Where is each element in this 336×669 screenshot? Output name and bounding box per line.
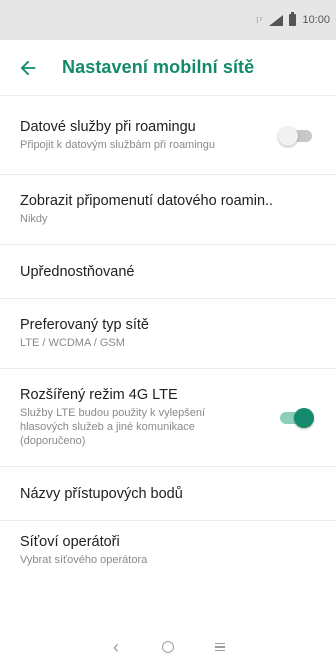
status-time: 10:00 xyxy=(302,14,330,26)
menu-lines-icon xyxy=(215,642,225,652)
toggle-thumb xyxy=(278,125,298,146)
arrow-back-icon xyxy=(20,60,36,75)
setting-subtitle: Služby LTE budou použity k vylepšení hla… xyxy=(20,407,206,447)
setting-title: Rozšířený režim 4G LTE xyxy=(20,387,178,403)
setting-subtitle: Vybrat síťového operátora xyxy=(20,553,148,566)
setting-network-operators[interactable]: Síťoví operátoři Vybrat síťového operáto… xyxy=(0,521,336,579)
data-roaming-toggle[interactable] xyxy=(278,125,314,146)
setting-title: Síťoví operátoři xyxy=(20,533,120,550)
setting-title: Preferovaný typ sítě xyxy=(20,317,149,333)
settings-list: Datové služby při roamingu Připojit k da… xyxy=(0,97,336,579)
setting-title: Zobrazit připomenutí datového roamin.. xyxy=(20,193,274,209)
setting-title: Názvy přístupových bodů xyxy=(20,485,183,502)
setting-roaming-reminder[interactable]: Zobrazit připomenutí datového roamin.. N… xyxy=(0,175,336,245)
nav-back-button[interactable]: ‹ xyxy=(104,635,128,659)
setting-title: Upřednostňované xyxy=(20,263,135,280)
setting-enhanced-4g-lte[interactable]: Rozšířený režim 4G LTE Služby LTE budou … xyxy=(0,369,336,467)
app-bar: Nastavení mobilní sítě xyxy=(0,40,336,96)
back-button[interactable] xyxy=(0,40,56,96)
setting-access-point-names[interactable]: Názvy přístupových bodů xyxy=(0,467,336,521)
setting-preferred-network-type[interactable]: Preferovaný typ sítě LTE / WCDMA / GSM xyxy=(0,299,336,369)
data-activity-icon: ⁝ ⁷ xyxy=(255,14,263,25)
nav-home-button[interactable] xyxy=(156,635,180,659)
battery-icon xyxy=(289,12,297,26)
page-title: Nastavení mobilní sítě xyxy=(62,57,255,77)
status-bar: ⁝ ⁷ 10:00 xyxy=(0,0,336,40)
setting-subtitle: Nikdy xyxy=(20,213,48,225)
setting-title: Datové služby při roamingu xyxy=(20,119,196,135)
setting-subtitle: LTE / WCDMA / GSM xyxy=(20,337,125,349)
setting-subtitle: Připojit k datovým službám při roamingu xyxy=(20,139,216,151)
signal-icon xyxy=(267,14,284,26)
toggle-thumb xyxy=(294,407,314,428)
setting-preferred[interactable]: Upřednostňované xyxy=(0,245,336,299)
navigation-bar: ‹ xyxy=(0,625,336,669)
enhanced-4g-lte-toggle[interactable] xyxy=(278,407,314,428)
home-circle-icon xyxy=(162,641,174,653)
setting-data-roaming[interactable]: Datové služby při roamingu Připojit k da… xyxy=(0,97,336,175)
nav-menu-button[interactable] xyxy=(208,635,232,659)
